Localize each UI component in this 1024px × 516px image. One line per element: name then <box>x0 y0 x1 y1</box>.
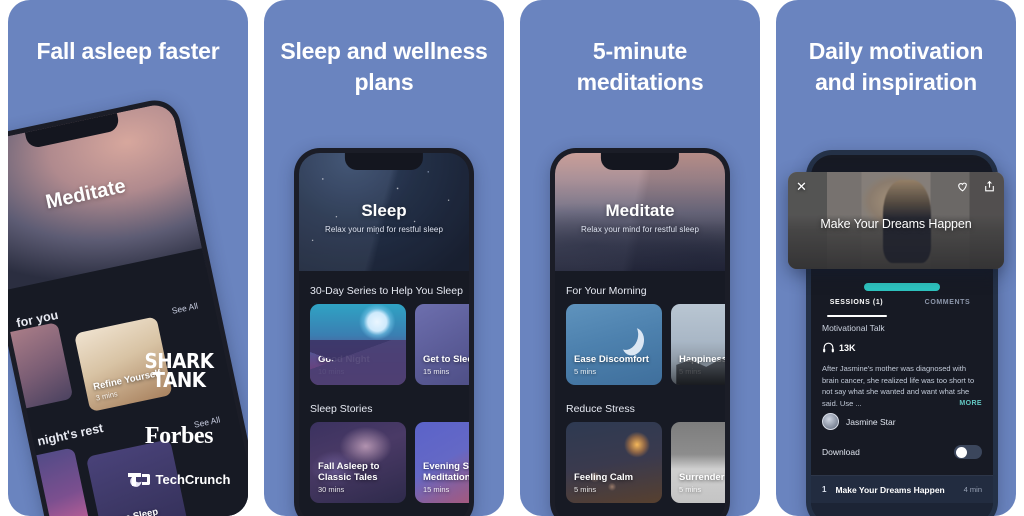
card-title: Feeling Calm <box>574 471 634 483</box>
overlay-actions <box>956 180 996 193</box>
panel-headline: 5-minute meditations <box>576 38 704 95</box>
headphones-icon <box>823 342 834 353</box>
app-store-screenshot-gallery: Fall asleep faster Meditate for you See … <box>0 0 1024 516</box>
card-row-for-your-morning: Ease Discomfort 5 mins Happiness at W 5 … <box>555 304 725 385</box>
card-caption: Happiness at W 5 mins <box>679 354 725 376</box>
content-card-evening-soul[interactable]: Evening Soul Meditation 15 mins <box>415 422 469 503</box>
card-caption: Deep Sleep 7 mins <box>107 502 182 516</box>
content-card-get-to-sleep[interactable]: Get to Sleep 15 mins <box>415 304 469 385</box>
hero-subtitle: Relax your mind for restful sleep <box>324 225 443 234</box>
download-row: Download <box>822 445 982 459</box>
shark-tank-line2: TANK <box>152 368 206 393</box>
content-card-classic-tales[interactable]: Fall Asleep to Classic Tales 30 mins <box>310 422 406 503</box>
card-title: Good Night <box>318 353 370 365</box>
card-caption: Ease Discomfort 5 mins <box>574 354 657 376</box>
panel-headline: Sleep and wellness plans <box>280 38 488 95</box>
card-row-30-day-series: Good Night 10 mins Get to Sleep 15 mins <box>299 304 469 385</box>
hero-title: Sleep <box>361 201 407 220</box>
share-icon[interactable] <box>983 180 996 193</box>
author-name: Jasmine Star <box>846 416 896 427</box>
content-body: For Your Morning Ease Discomfort 5 mins … <box>555 271 725 516</box>
press-logo-forbes: Forbes <box>144 423 214 449</box>
heart-icon[interactable] <box>956 180 969 193</box>
content-card-good-night[interactable]: Good Night 10 mins <box>310 304 406 385</box>
track-row[interactable]: 1 Make Your Dreams Happen 4 min <box>811 475 993 503</box>
card-duration: 30 mins <box>318 485 345 494</box>
author-row[interactable]: Jasmine Star <box>822 413 896 430</box>
card-caption: Fall Asleep to Classic Tales 30 mins <box>318 461 401 494</box>
content-category: Motivational Talk <box>822 323 885 333</box>
phone-mockup-2: Sleep Relax your mind for restful sleep … <box>294 148 474 516</box>
hero-title: Meditate <box>605 201 675 220</box>
avatar <box>822 413 839 430</box>
panel-headline: Daily motivation and inspiration <box>808 38 984 95</box>
phone-notch <box>600 153 680 170</box>
card-duration: 10 mins <box>318 367 345 376</box>
card-duration: 5 mins <box>679 367 702 376</box>
content-body: 30-Day Series to Help You Sleep Good Nig… <box>299 271 469 516</box>
card-duration: 15 mins <box>423 485 450 494</box>
card-caption: Feeling Calm 5 mins <box>574 472 657 494</box>
more-link[interactable]: MORE <box>959 400 982 407</box>
card-caption: Good Night 10 mins <box>318 354 401 376</box>
screenshot-panel-2[interactable]: Sleep and wellness plans Sleep Relax you… <box>264 0 504 516</box>
tab-comments[interactable]: COMMENTS <box>902 293 993 319</box>
track-number: 1 <box>822 485 827 494</box>
card-title: Evening Soul Meditation <box>423 460 469 483</box>
phone-screen: Meditate for you See All Rest Refine You… <box>8 101 248 516</box>
card-duration: 5 mins <box>574 367 597 376</box>
section-label-for-your-morning: For Your Morning <box>566 285 647 297</box>
hero-subtitle: Relax your mind for restful sleep <box>580 225 699 234</box>
card-duration: 5 mins <box>679 485 702 494</box>
content-card-surrender-to-life[interactable]: Surrender to Lif 5 mins <box>671 422 725 503</box>
techcrunch-label: TechCrunch <box>155 472 231 487</box>
press-logo-shark-tank: SHARK TANK <box>128 351 229 393</box>
techcrunch-mark-icon <box>127 473 150 486</box>
tab-active-indicator <box>827 315 888 317</box>
card-caption: Evening Soul Meditation 15 mins <box>423 461 469 494</box>
card-title: Happiness at W <box>679 353 725 365</box>
section-label-sleep-stories: Sleep Stories <box>310 403 373 415</box>
section-label-reduce-stress: Reduce Stress <box>566 403 635 415</box>
screenshot-panel-3[interactable]: 5-minute meditations Meditate Relax your… <box>520 0 760 516</box>
phone-mockup-3: Meditate Relax your mind for restful sle… <box>550 148 730 516</box>
content-description: After Jasmine's mother was diagnosed wit… <box>822 364 975 408</box>
screenshot-panel-4[interactable]: Daily motivation and inspiration SESSION… <box>776 0 1016 516</box>
card-duration: 5 mins <box>574 485 597 494</box>
phone-mockup-1: Meditate for you See All Rest Refine You… <box>8 95 248 516</box>
content-card-feeling-calm[interactable]: Feeling Calm 5 mins <box>566 422 662 503</box>
card-caption: Get to Sleep 15 mins <box>423 354 469 376</box>
track-title: Make Your Dreams Happen <box>835 484 945 495</box>
card-title: Fall Asleep to Classic Tales <box>318 460 380 483</box>
phone-notch <box>344 153 424 170</box>
content-card-ease-discomfort[interactable]: Ease Discomfort 5 mins <box>566 304 662 385</box>
card-row-reduce-stress: Feeling Calm 5 mins Surrender to Lif 5 m… <box>555 422 725 503</box>
screenshot-panel-1[interactable]: Fall asleep faster Meditate for you See … <box>8 0 248 516</box>
phone-screen: Meditate Relax your mind for restful sle… <box>555 153 725 516</box>
close-icon[interactable]: ✕ <box>794 179 809 194</box>
media-overlay-card[interactable]: ✕ Make Your Dreams Happen <box>788 172 1004 269</box>
progress-bar[interactable] <box>863 283 941 291</box>
card-title: Surrender to Lif <box>679 471 725 483</box>
press-logo-techcrunch: TechCrunch <box>124 472 234 487</box>
track-list-continued <box>811 503 993 516</box>
card-title: Get to Sleep <box>423 353 469 365</box>
card-title: Deep Sleep <box>107 502 180 516</box>
card-row-sleep-stories: Fall Asleep to Classic Tales 30 mins Eve… <box>299 422 469 503</box>
track-duration: 4 min <box>963 485 982 494</box>
panel-headline: Fall asleep faster <box>36 38 220 64</box>
card-title: Ease Discomfort <box>574 353 649 365</box>
play-count-label: 13K <box>839 342 856 353</box>
overlay-title: Make Your Dreams Happen <box>820 217 972 231</box>
play-count: 13K <box>822 341 856 354</box>
content-card-happiness-at-work[interactable]: Happiness at W 5 mins <box>671 304 725 385</box>
download-toggle[interactable] <box>954 445 982 459</box>
card-caption: Surrender to Lif 5 mins <box>679 472 725 494</box>
section-label-30-day-series: 30-Day Series to Help You Sleep <box>310 285 463 297</box>
download-label: Download <box>822 447 860 457</box>
phone-screen: Sleep Relax your mind for restful sleep … <box>299 153 469 516</box>
card-duration: 15 mins <box>423 367 450 376</box>
